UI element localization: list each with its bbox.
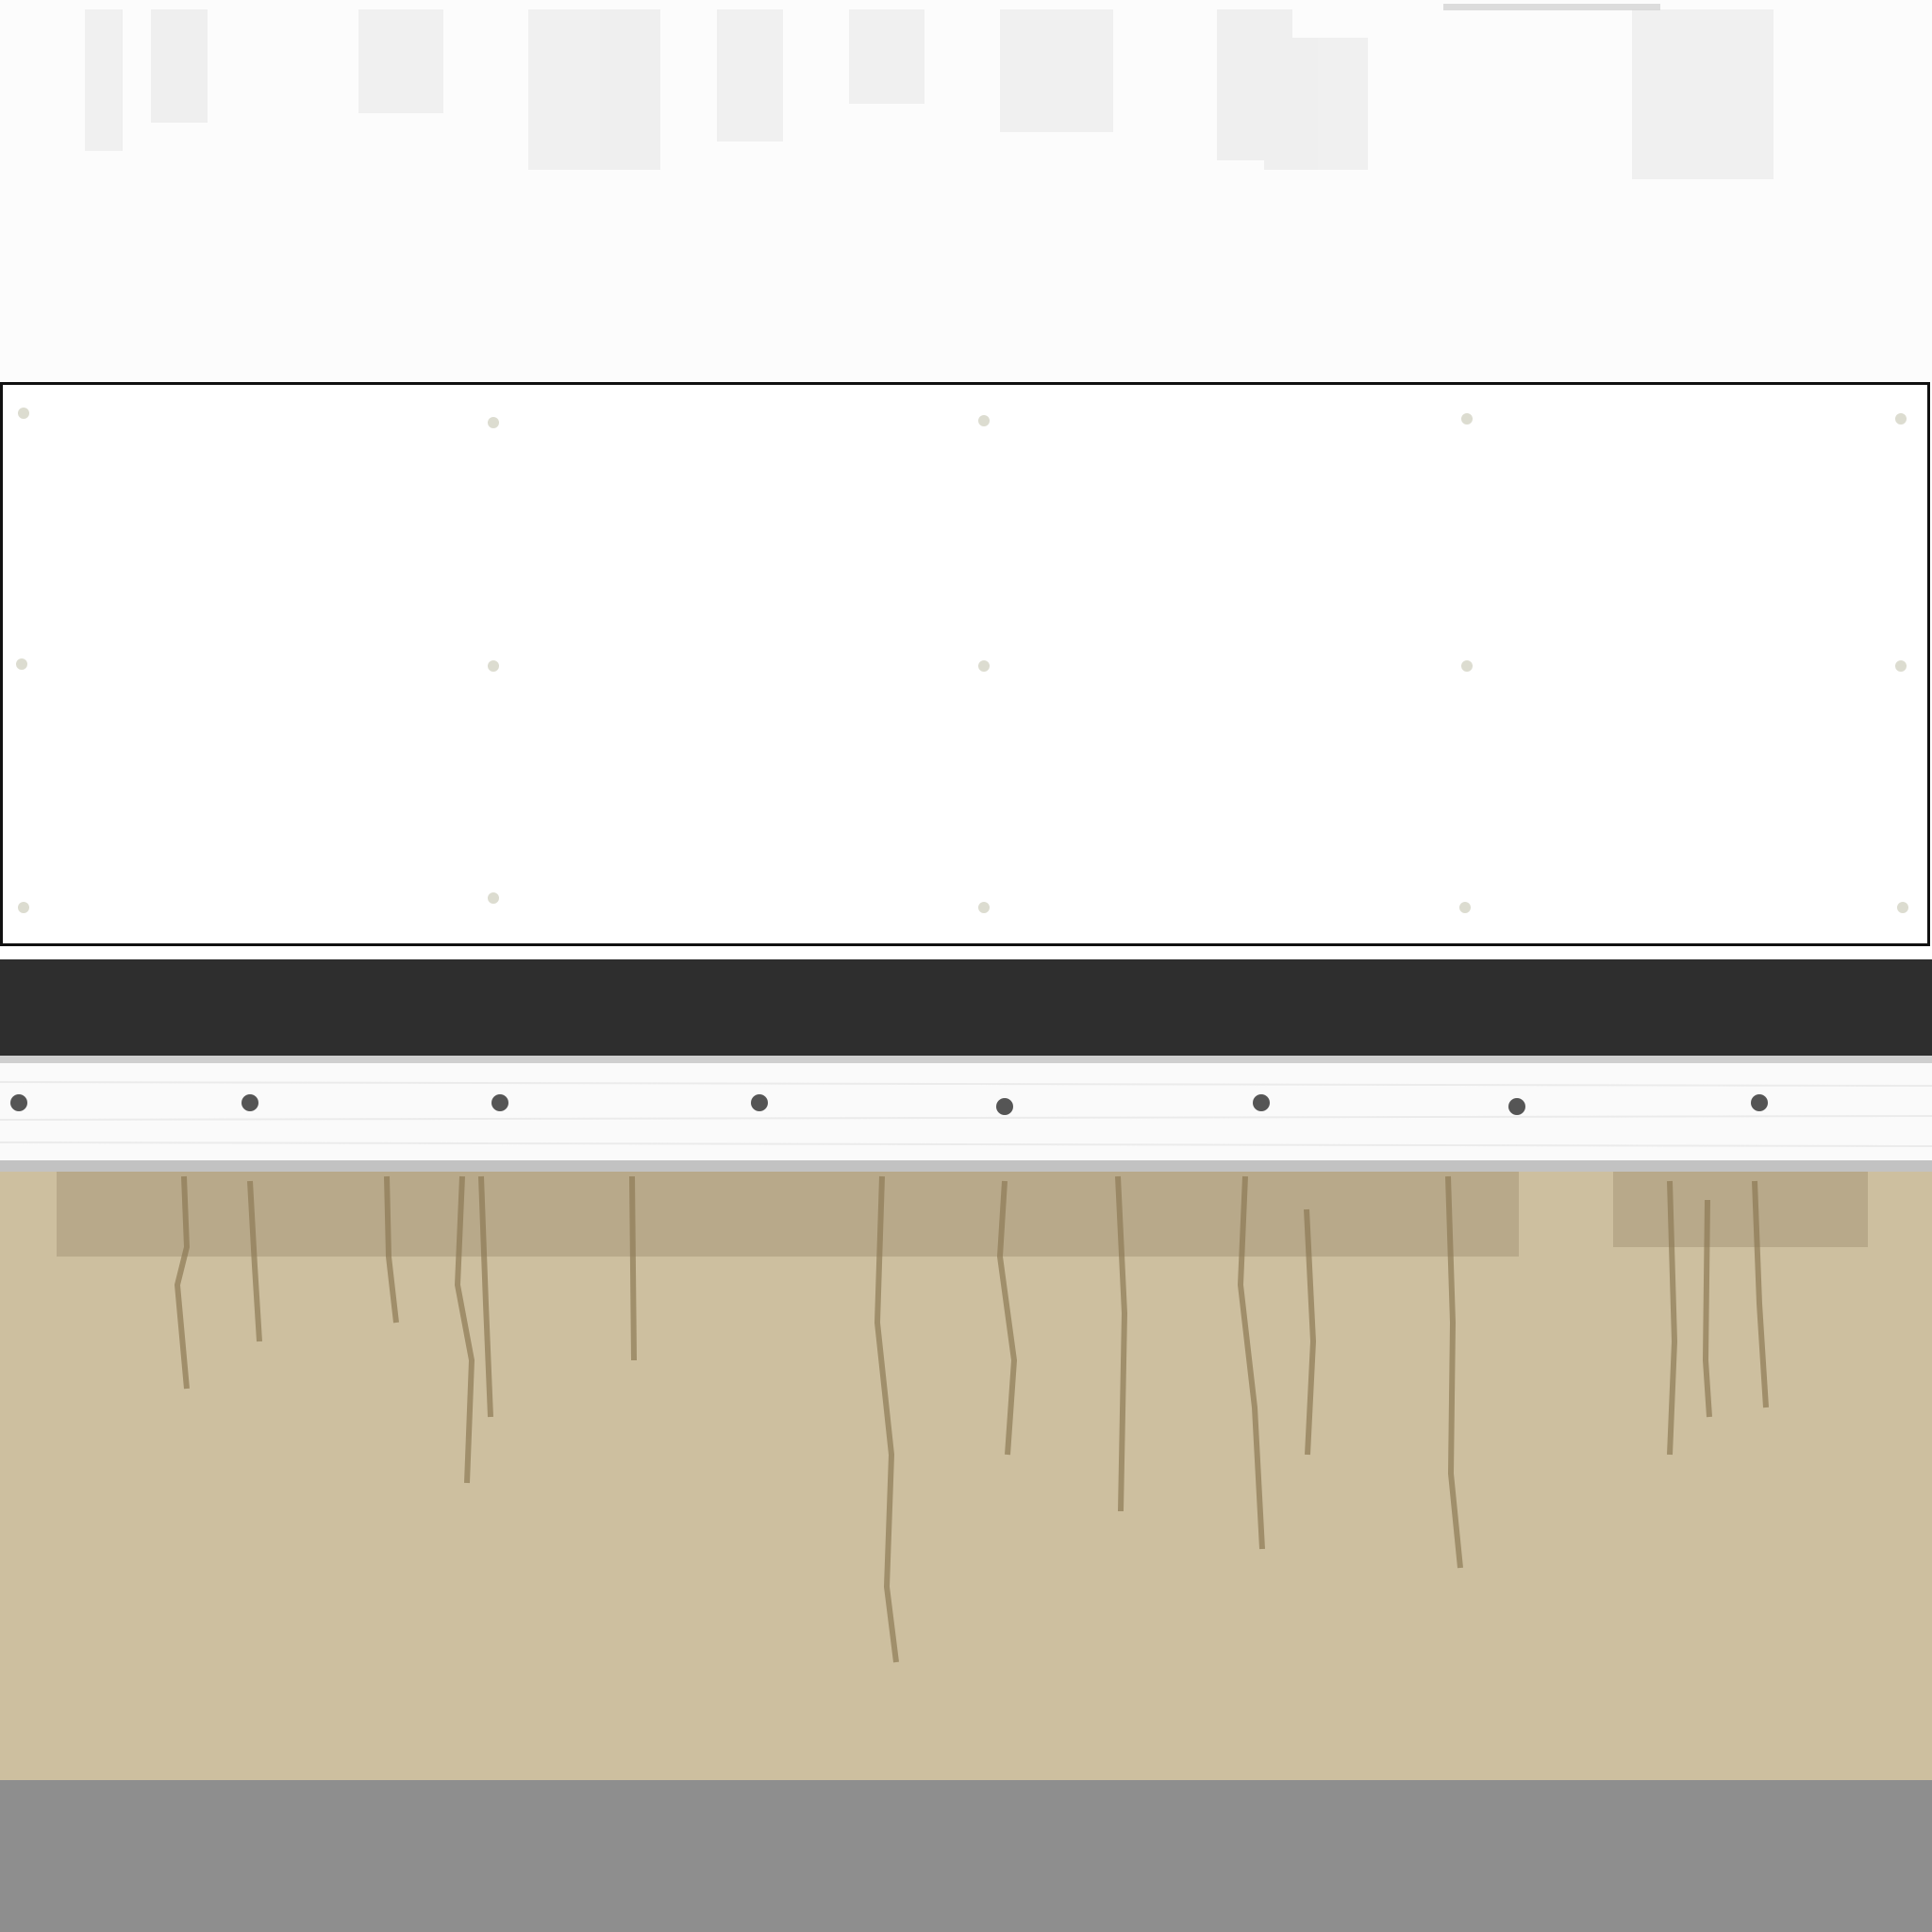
stained-stucco-wall xyxy=(0,1172,1932,1780)
panel-fastener-icon xyxy=(1895,660,1907,672)
trim-nail-icon xyxy=(1253,1094,1270,1111)
panel-fastener-icon xyxy=(1897,902,1908,913)
trim-nail-icon xyxy=(491,1094,508,1111)
panel-fastener-icon xyxy=(488,417,499,428)
panel-fastener-icon xyxy=(1895,413,1907,425)
panel-fastener-icon xyxy=(488,892,499,904)
panel-fastener-icon xyxy=(16,658,27,670)
panel-fastener-icon xyxy=(978,660,990,672)
panel-fastener-icon xyxy=(488,660,499,672)
top-drip-streaks xyxy=(85,4,1774,179)
trim-nail-icon xyxy=(242,1094,258,1111)
trim-nail-icon xyxy=(10,1094,27,1111)
panel-gap xyxy=(0,946,1932,959)
white-wall-panel xyxy=(0,382,1930,946)
trim-nail-icon xyxy=(751,1094,768,1111)
trim-top-edge xyxy=(0,1056,1932,1063)
top-weathered-band xyxy=(0,0,1932,382)
panel-fastener-icon xyxy=(1459,902,1471,913)
panel-fastener-icon xyxy=(978,902,990,913)
panel-fastener-icon xyxy=(1461,413,1473,425)
trim-board xyxy=(0,1063,1932,1160)
trim-nail-icon xyxy=(1508,1098,1525,1115)
panel-fastener-icon xyxy=(18,902,29,913)
trim-nail-icon xyxy=(996,1098,1013,1115)
panel-fastener-grid xyxy=(16,408,1908,913)
dark-stripe xyxy=(0,959,1932,1056)
panel-fastener-icon xyxy=(978,415,990,426)
water-stain-streaks xyxy=(57,1172,1868,1663)
trim-nail-row xyxy=(0,1081,1932,1147)
panel-fastener-icon xyxy=(18,408,29,419)
panel-fastener-icon xyxy=(1461,660,1473,672)
concrete-base xyxy=(0,1780,1932,1932)
trim-nail-icon xyxy=(1751,1094,1768,1111)
trim-bottom-edge xyxy=(0,1160,1932,1172)
